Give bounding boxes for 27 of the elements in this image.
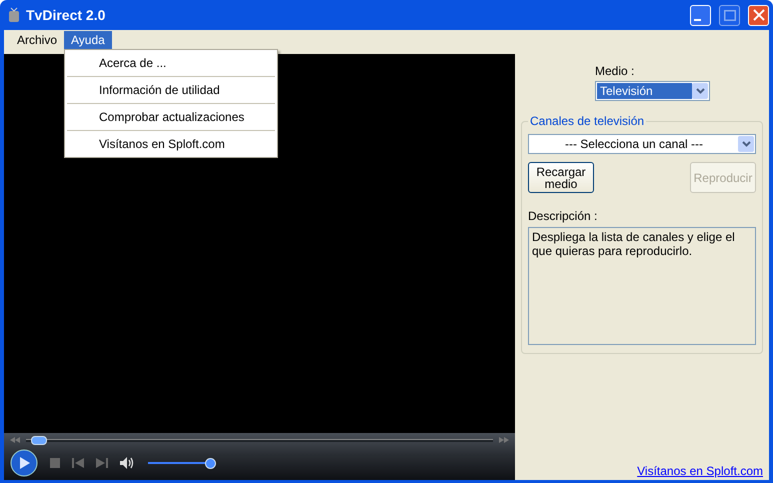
action-button[interactable]: Recargar medio [528,162,594,193]
seek-thumb[interactable] [30,436,47,444]
volume-icon[interactable] [120,457,136,469]
window-title: TvDirect 2.0 [26,7,106,23]
close-icon [752,9,764,21]
medio-label: Medio : [595,64,634,78]
close-button[interactable] [748,4,769,26]
tv-icon [8,7,20,23]
previous-icon[interactable] [72,458,84,468]
menu-entry[interactable]: Visítanos en Sploft.com [67,131,275,157]
menu-entry[interactable]: Acerca de ... [67,50,275,77]
volume-thumb[interactable] [204,458,216,468]
medio-select[interactable]: Televisión [595,81,710,101]
website-link[interactable]: Visítanos en Sploft.com [637,464,763,478]
menu-entry[interactable]: Información de utilidad [67,77,275,104]
menu-item[interactable]: Ayuda [64,31,112,49]
menu-item[interactable]: Archivo [10,31,64,49]
description-label: Descripción : [528,209,598,223]
maximize-icon [724,10,736,20]
minimize-button[interactable] [690,4,711,26]
group-title: Canales de televisión [528,114,646,128]
description-box[interactable]: Despliega la lista de canales y elige el que quieras para reproducirlo. [528,227,756,345]
channel-select[interactable]: --- Selecciona un canal --- [528,134,756,154]
next-icon[interactable] [96,458,108,468]
minimize-icon [694,19,701,21]
menu-entry[interactable]: Comprobar actualizaciones [67,104,275,131]
play-button[interactable] [10,449,38,477]
